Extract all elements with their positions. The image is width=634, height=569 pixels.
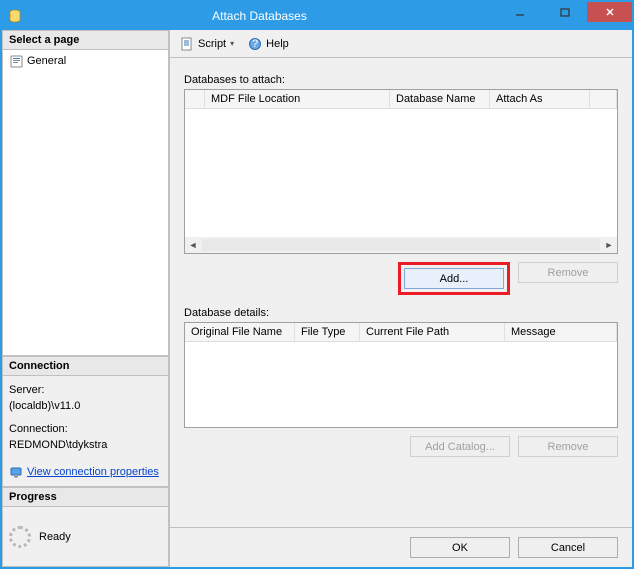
sidebar: Select a page General Connection Server:…	[2, 30, 170, 567]
scroll-left-icon[interactable]: ◄	[185, 237, 201, 253]
connection-label: Connection:	[9, 421, 162, 438]
progress-header: Progress	[2, 487, 169, 507]
close-button[interactable]	[587, 2, 632, 22]
help-button[interactable]: ? Help	[244, 35, 293, 53]
col-original-file-name[interactable]: Original File Name	[185, 323, 295, 341]
svg-text:?: ?	[252, 38, 258, 50]
help-label: Help	[266, 38, 289, 50]
toolbar: Script ▾ ? Help	[170, 30, 632, 58]
attach-databases-window: Attach Databases Select a page General C…	[0, 0, 634, 569]
scroll-track[interactable]	[202, 239, 600, 251]
databases-to-attach-label: Databases to attach:	[184, 74, 618, 86]
grid-header: Original File Name File Type Current Fil…	[185, 323, 617, 342]
minimize-button[interactable]	[497, 2, 542, 22]
maximize-button[interactable]	[542, 2, 587, 22]
col-message[interactable]: Message	[505, 323, 617, 341]
remove-detail-button: Remove	[518, 436, 618, 457]
titlebar[interactable]: Attach Databases	[2, 2, 632, 30]
scroll-right-icon[interactable]: ►	[601, 237, 617, 253]
col-database-name[interactable]: Database Name	[390, 90, 490, 108]
database-details-label: Database details:	[184, 307, 618, 319]
col-file-type[interactable]: File Type	[295, 323, 360, 341]
horizontal-scrollbar[interactable]: ◄ ►	[185, 237, 617, 253]
col-mdf-location[interactable]: MDF File Location	[205, 90, 390, 108]
col-attach-as[interactable]: Attach As	[490, 90, 590, 108]
script-label: Script	[198, 38, 226, 50]
script-icon	[180, 37, 194, 51]
connection-panel: Server: (localdb)\v11.0 Connection: REDM…	[2, 376, 169, 488]
add-button[interactable]: Add...	[404, 268, 504, 289]
col-current-file-path[interactable]: Current File Path	[360, 323, 505, 341]
databases-to-attach-grid[interactable]: MDF File Location Database Name Attach A…	[184, 89, 618, 254]
page-list: General	[2, 50, 169, 356]
connection-header: Connection	[2, 356, 169, 376]
database-icon	[2, 9, 22, 23]
dialog-footer: OK Cancel	[170, 527, 632, 567]
connection-value: REDMOND\tdykstra	[9, 437, 162, 454]
window-title: Attach Databases	[22, 9, 497, 23]
script-dropdown[interactable]: Script ▾	[176, 35, 238, 53]
grid-body	[185, 109, 617, 237]
progress-status: Ready	[39, 531, 71, 543]
database-details-grid[interactable]: Original File Name File Type Current Fil…	[184, 322, 618, 428]
grid-body	[185, 342, 617, 427]
page-item-general[interactable]: General	[5, 52, 166, 70]
grid-header: MDF File Location Database Name Attach A…	[185, 90, 617, 109]
add-button-highlight: Add...	[398, 262, 510, 295]
add-catalog-button: Add Catalog...	[410, 436, 510, 457]
remove-button: Remove	[518, 262, 618, 283]
progress-panel: Ready	[2, 507, 169, 567]
help-icon: ?	[248, 37, 262, 51]
server-value: (localdb)\v11.0	[9, 398, 162, 415]
cancel-button[interactable]: Cancel	[518, 537, 618, 558]
connection-properties-icon	[9, 465, 23, 479]
ok-button[interactable]: OK	[410, 537, 510, 558]
view-connection-properties-link[interactable]: View connection properties	[27, 464, 159, 481]
chevron-down-icon: ▾	[230, 39, 234, 48]
page-icon	[9, 54, 23, 68]
progress-spinner-icon	[9, 526, 31, 548]
server-label: Server:	[9, 382, 162, 399]
page-label: General	[27, 55, 66, 67]
select-page-header: Select a page	[2, 30, 169, 50]
